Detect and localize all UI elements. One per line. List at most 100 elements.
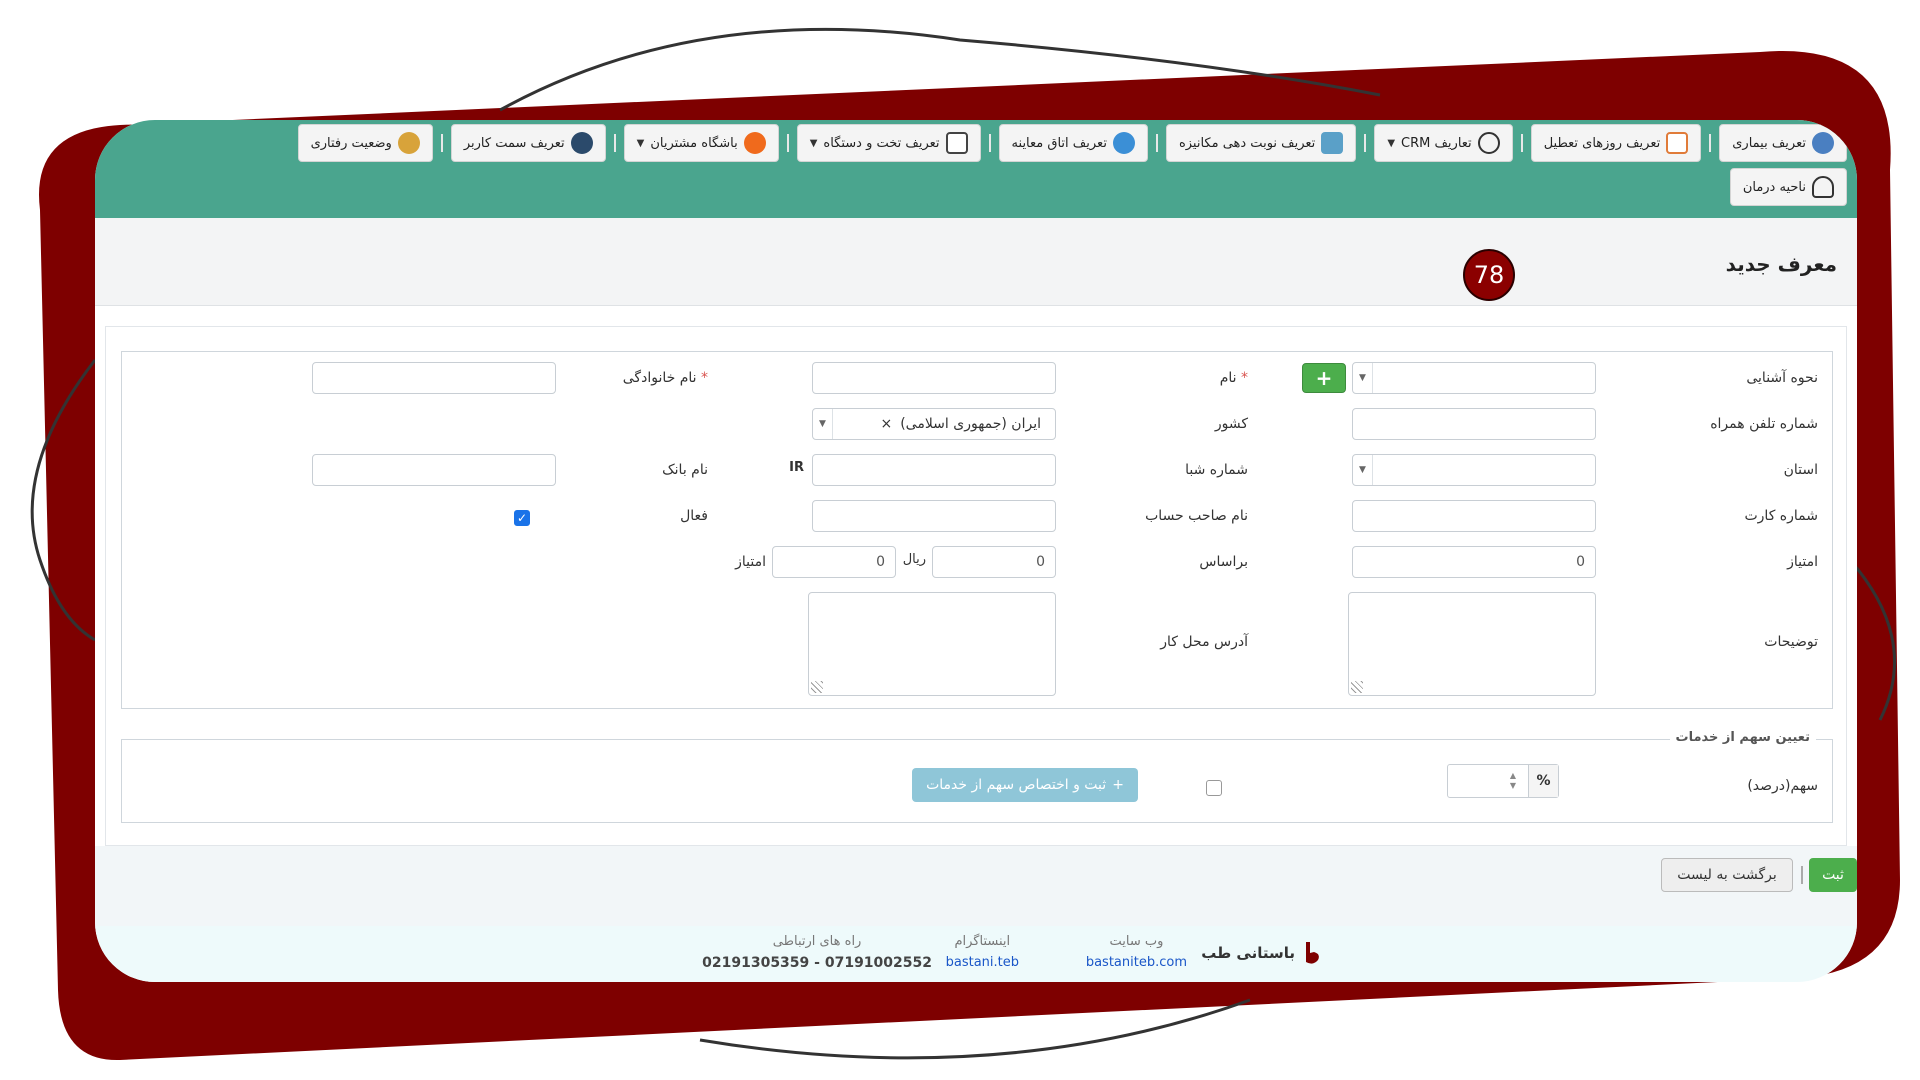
resize-grip-icon[interactable] [1351,681,1363,693]
label-score: امتیاز [1787,554,1818,570]
referrer-form-panel: نحوه آشنایی ▼ + * نام * نام خانوادگی شما… [121,351,1833,709]
action-bar: ثبت برگشت به لیست [95,846,1857,926]
required-mark: * [701,370,708,386]
doctor-icon [1812,132,1834,154]
nav-separator [613,134,616,152]
label-holder: نام صاحب حساب [1145,508,1248,524]
nav-separator [1155,134,1158,152]
footer-contact: راه های ارتباطی 07191002552 - 0219130535… [702,934,932,971]
chevron-down-icon: ▼ [809,137,818,149]
brand-name: باستانی طب [1201,944,1295,962]
app-window: تعریف بیماری تعریف روزهای تعطیل تعاریف C… [95,120,1857,982]
nav-customer-club[interactable]: باشگاه مشتریان ▼ [623,124,779,162]
share-legend: تعیین سهم از خدمات [1669,730,1816,745]
nav-disease[interactable]: تعریف بیماری [1719,124,1847,162]
step-badge: 78 [1463,249,1515,301]
share-percent-input[interactable]: % ▲ ▼ [1447,764,1559,798]
brand-logo-icon [1303,942,1321,964]
clear-icon[interactable]: × [880,416,892,432]
required-mark: * [1241,370,1248,386]
nav-label: تعریف روزهای تعطیل [1543,135,1661,151]
footer-brand: باستانی طب [1201,942,1321,964]
label-province: استان [1783,462,1818,478]
workaddr-textarea[interactable] [808,592,1056,696]
contact-label: راه های ارتباطی [772,934,862,949]
calendar-icon [1666,132,1689,154]
label-share: سهم(درصد) [1747,778,1818,794]
nav-separator [1364,134,1367,152]
nav-label: تعاریف CRM [1401,135,1472,151]
footer-website: وب سایت bastaniteb.com [1086,934,1187,970]
head-behavior-icon [397,132,420,154]
label-basis: براساس [1199,554,1248,570]
mobile-input[interactable] [1352,408,1596,440]
nav-label: تعریف تخت و دستگاه [823,135,940,151]
nav-user-role[interactable]: تعریف سمت کاربر [450,124,606,162]
nav-treatment-area[interactable]: ناحیه درمان [1729,168,1847,206]
monitor-icon [1321,132,1344,154]
chevron-down-icon: ▼ [813,409,833,439]
basis-input[interactable]: 0 [932,546,1056,578]
acquaintance-select[interactable]: ▼ [1352,362,1596,394]
nav-label: تعریف اتاق معاینه [1011,135,1107,151]
instagram-link[interactable]: bastani.teb [946,955,1019,970]
nav-beds-devices[interactable]: تعریف تخت و دستگاه ▼ [796,124,981,162]
group-icon [743,132,766,154]
nav-behavior[interactable]: وضعیت رفتاری [297,124,433,162]
contact-numbers: 07191002552 - 02191305359 [702,955,932,971]
active-checkbox[interactable]: ✓ [514,510,530,526]
crm-icon [1477,132,1500,154]
save-share-label: ثبت و اختصاص سهم از خدمات [926,777,1107,793]
page-header: معرف جدید 78 [95,218,1857,306]
save-share-button[interactable]: + ثبت و اختصاص سهم از خدمات [912,768,1138,802]
label-acquaintance: نحوه آشنایی [1746,370,1818,386]
nav-row-2: ناحیه درمان [1729,168,1847,206]
back-to-list-button[interactable]: برگشت به لیست [1661,858,1793,892]
save-button[interactable]: ثبت [1809,858,1857,892]
page: تعریف بیماری تعریف روزهای تعطیل تعاریف C… [0,0,1920,1080]
card-input[interactable] [1352,500,1596,532]
chevron-down-icon: ▼ [1387,137,1396,149]
label-card: شماره کارت [1744,508,1818,524]
add-acquaintance-button[interactable]: + [1302,363,1346,393]
body-figure-icon [1812,176,1834,198]
country-select[interactable]: ایران (جمهوری اسلامی) × ▼ [812,408,1056,440]
label-score2: امتیاز [735,554,766,570]
nav-separator [440,134,443,152]
plus-icon: + [1112,777,1124,793]
notes-textarea[interactable] [1348,592,1596,696]
website-link[interactable]: bastaniteb.com [1086,955,1187,970]
form-content: نحوه آشنایی ▼ + * نام * نام خانوادگی شما… [105,326,1847,846]
label-active: فعال [680,508,708,524]
nav-label: تعریف بیماری [1732,135,1806,151]
label-country: کشور [1214,416,1248,432]
nav-holidays[interactable]: تعریف روزهای تعطیل [1530,124,1702,162]
chevron-down-icon: ▼ [636,137,645,149]
label-family-text: نام خانوادگی [622,370,697,386]
bank-input[interactable] [312,454,556,486]
nav-crm[interactable]: تعاریف CRM ▼ [1374,124,1513,162]
resize-grip-icon[interactable] [811,681,823,693]
label-workaddr: آدرس محل کار [1160,634,1248,650]
top-nav: تعریف بیماری تعریف روزهای تعطیل تعاریف C… [95,120,1857,218]
label-sheba: شماره شبا [1185,462,1248,478]
sheba-input[interactable] [812,454,1056,486]
score2-input[interactable]: 0 [772,546,896,578]
family-input[interactable] [312,362,556,394]
label-notes: توضیحات [1764,634,1818,650]
clinic-room-icon [1112,132,1135,154]
nav-exam-room[interactable]: تعریف اتاق معاینه [998,124,1148,162]
spinner-icon[interactable]: ▲ ▼ [1506,771,1520,791]
nav-separator [988,134,991,152]
name-input[interactable] [812,362,1056,394]
province-select[interactable]: ▼ [1352,454,1596,486]
holder-input[interactable] [812,500,1056,532]
score-input[interactable]: 0 [1352,546,1596,578]
ir-prefix: IR [789,460,804,475]
nav-scheduling[interactable]: تعریف نوبت دهی مکانیزه [1165,124,1357,162]
label-rial: ریال [902,552,926,567]
label-name-text: نام [1219,370,1237,386]
nav-label: تعریف نوبت دهی مکانیزه [1178,135,1316,151]
nav-label: وضعیت رفتاری [310,135,392,151]
share-checkbox[interactable] [1206,780,1222,796]
